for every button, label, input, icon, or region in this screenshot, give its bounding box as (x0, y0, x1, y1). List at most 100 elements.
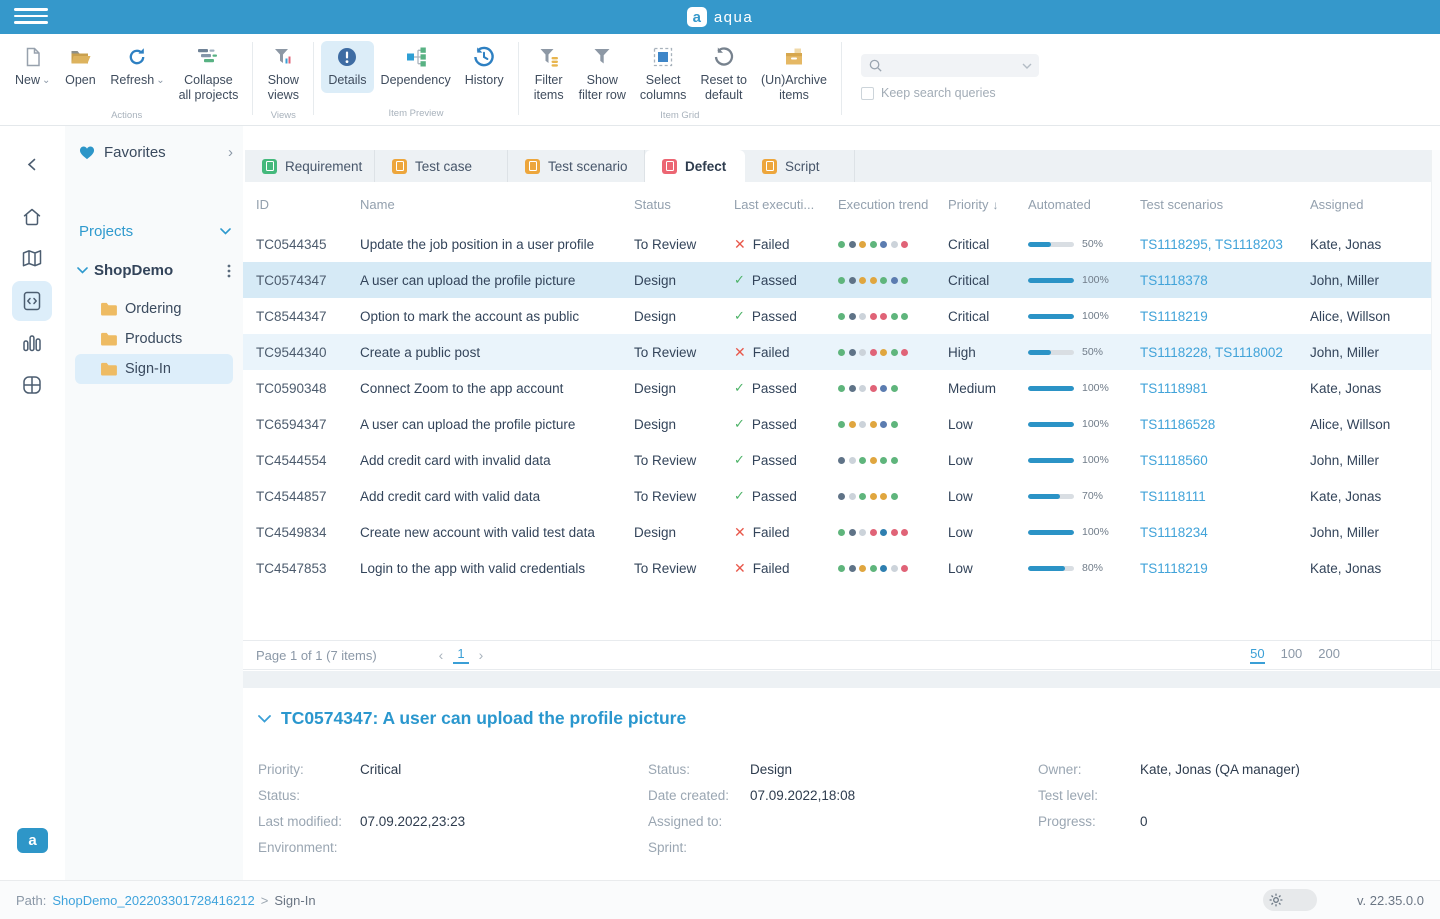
test-items-icon[interactable] (12, 281, 52, 321)
show-filter-row-button[interactable]: Show filter row (572, 41, 633, 108)
table-row[interactable]: TC6594347 A user can upload the profile … (243, 406, 1431, 442)
details-column-2: Status:Design Date created:07.09.2022,18… (648, 756, 1028, 860)
table-row[interactable]: TC4549834 Create new account with valid … (243, 514, 1431, 550)
test-scenario-link[interactable]: TS1118981 (1140, 381, 1208, 396)
sidebar-item-shopdemo[interactable]: ShopDemo (77, 262, 235, 279)
test-scenario-link[interactable]: TS1118219 (1140, 309, 1208, 324)
tab-test-case[interactable]: Test case (375, 150, 508, 182)
test-scenario-link[interactable]: TS1118219 (1140, 561, 1208, 576)
collapse-all-projects-button[interactable]: Collapse all projects (172, 41, 246, 108)
refresh-button[interactable]: Refresh⌄ (103, 41, 171, 93)
show-views-button[interactable]: Show views (260, 41, 306, 108)
chevron-down-icon[interactable] (258, 715, 271, 723)
column-header-name[interactable]: Name (360, 197, 634, 212)
trend-dot (880, 385, 887, 392)
details-button[interactable]: Details (321, 41, 373, 93)
test-scenario-link[interactable]: TS1118234 (1140, 525, 1208, 540)
path-project-link[interactable]: ShopDemo_202203301728416212 (52, 893, 254, 908)
panel-splitter[interactable] (243, 671, 1440, 688)
new-button[interactable]: New⌄ (8, 41, 57, 93)
search-input[interactable] (889, 58, 1016, 73)
field-value: 07.09.2022,23:23 (360, 814, 465, 829)
sidebar-item-products[interactable]: Products (75, 324, 233, 354)
column-header-last-execution[interactable]: Last executi... (734, 197, 838, 212)
toolbar-group-item-preview: Details Dependency History Item Preview (319, 34, 512, 125)
table-row[interactable]: TC0590348 Connect Zoom to the app accoun… (243, 370, 1431, 406)
trend-dot (891, 349, 898, 356)
column-header-priority[interactable]: Priority↓ (948, 197, 1028, 212)
page-size-50[interactable]: 50 (1250, 646, 1264, 664)
field-value: 0 (1140, 814, 1148, 829)
reports-chart-icon[interactable] (12, 323, 52, 363)
favorites-section[interactable]: Favorites › (79, 144, 233, 161)
details-title[interactable]: TC0574347: A user can upload the profile… (258, 708, 686, 729)
table-row[interactable]: TC9544340 Create a public post To Review… (243, 334, 1431, 370)
table-row[interactable]: TC4544857 Add credit card with valid dat… (243, 478, 1431, 514)
tab-defect[interactable]: Defect (645, 150, 745, 182)
page-number-current[interactable]: 1 (453, 646, 468, 664)
settings-toggle[interactable] (1263, 889, 1317, 911)
trend-dot (901, 565, 908, 572)
cell-id: TC4544857 (256, 489, 360, 504)
dependency-button[interactable]: Dependency (374, 41, 458, 93)
column-header-execution-trend[interactable]: Execution trend (838, 197, 948, 212)
sidebar-item-sign-in[interactable]: Sign-In (75, 354, 233, 384)
table-row[interactable]: TC4547853 Login to the app with valid cr… (243, 550, 1431, 586)
sort-descending-icon: ↓ (992, 198, 998, 212)
trend-dot (859, 241, 866, 248)
previous-page-icon[interactable]: ‹ (439, 647, 444, 663)
reset-to-default-button[interactable]: Reset to default (693, 41, 754, 108)
page-size-100[interactable]: 100 (1281, 646, 1303, 664)
checkbox[interactable] (861, 87, 874, 100)
test-scenario-link[interactable]: TS1118111 (1140, 489, 1206, 504)
column-header-assigned[interactable]: Assigned (1310, 197, 1431, 212)
dashboard-grid-icon[interactable] (12, 365, 52, 405)
cell-name: Update the job position in a user profil… (360, 237, 634, 252)
next-page-icon[interactable]: › (479, 647, 484, 663)
trend-dot (838, 457, 845, 464)
test-scenario-link[interactable]: TS1118295, TS1118203 (1140, 237, 1283, 252)
map-icon[interactable] (12, 239, 52, 279)
home-icon[interactable] (12, 197, 52, 237)
kebab-menu-icon[interactable] (227, 264, 235, 278)
unarchive-items-button[interactable]: (Un)Archive items (754, 41, 834, 108)
tab-test-scenario[interactable]: Test scenario (508, 150, 645, 182)
page-size-200[interactable]: 200 (1318, 646, 1340, 664)
folder-icon (100, 362, 117, 376)
vertical-scrollbar[interactable] (1431, 150, 1440, 670)
test-scenario-link[interactable]: TS1118378 (1140, 273, 1208, 288)
trend-dot (891, 565, 898, 572)
chevron-down-icon[interactable] (1022, 63, 1032, 69)
column-header-status[interactable]: Status (634, 197, 734, 212)
projects-header[interactable]: Projects (79, 223, 231, 240)
path-current-folder: Sign-In (274, 893, 315, 908)
column-header-id[interactable]: ID (256, 197, 360, 212)
progress-bar (1028, 278, 1074, 283)
test-scenario-link[interactable]: TS1118228, TS1118002 (1140, 345, 1283, 360)
filter-items-button[interactable]: Filter items (526, 41, 572, 108)
sidebar-item-ordering[interactable]: Ordering (75, 294, 233, 324)
chevron-down-icon[interactable] (77, 267, 88, 274)
chevron-down-icon[interactable] (220, 228, 231, 235)
table-row[interactable]: TC0544345 Update the job position in a u… (243, 226, 1431, 262)
table-row[interactable]: TC0574347 A user can upload the profile … (243, 262, 1431, 298)
column-header-automated[interactable]: Automated (1028, 197, 1140, 212)
chevron-right-icon[interactable]: › (228, 144, 233, 161)
keep-search-queries-option[interactable]: Keep search queries (861, 86, 1039, 100)
trend-dot (859, 313, 866, 320)
history-button[interactable]: History (458, 41, 511, 93)
open-button[interactable]: Open (57, 41, 103, 93)
tab-requirement[interactable]: Requirement (245, 150, 375, 182)
trend-dot (880, 277, 887, 284)
cell-automated: 100% (1028, 418, 1140, 430)
test-scenario-link[interactable]: TS1118560 (1140, 453, 1208, 468)
table-row[interactable]: TC4544554 Add credit card with invalid d… (243, 442, 1431, 478)
select-columns-button[interactable]: Select columns (633, 41, 694, 108)
search-box[interactable] (861, 54, 1039, 77)
collapse-sidebar-icon[interactable] (12, 144, 52, 184)
column-header-test-scenarios[interactable]: Test scenarios (1140, 197, 1310, 212)
test-scenario-link[interactable]: TS11186528 (1140, 417, 1215, 432)
trend-dot (838, 529, 845, 536)
tab-script[interactable]: Script (745, 150, 855, 182)
table-row[interactable]: TC8544347 Option to mark the account as … (243, 298, 1431, 334)
